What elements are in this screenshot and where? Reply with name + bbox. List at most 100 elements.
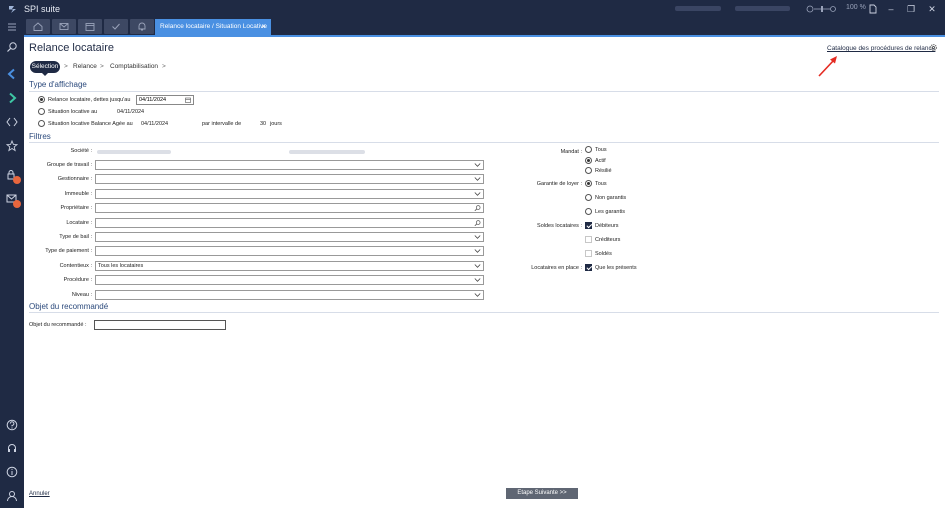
next-step-button[interactable]: Etape Suivante >>: [506, 488, 578, 499]
filter-label: Propriétaire :: [60, 205, 93, 212]
radio-situation-locative[interactable]: [38, 108, 45, 115]
step-pointer: [42, 73, 48, 76]
checkbox-soldes[interactable]: [585, 250, 592, 257]
filter-dropdown[interactable]: Tous les locataires: [95, 260, 484, 271]
tab-bar: Relance locataire / Situation Locative ×: [24, 18, 945, 35]
title-bar: SPI suite 100 % – ❐ ✕: [0, 0, 945, 18]
objet-value: [95, 330, 97, 336]
calendar-icon[interactable]: [185, 97, 191, 103]
radio-situation-locative-label: Situation locative au: [48, 109, 98, 115]
close-window-button[interactable]: ✕: [925, 3, 939, 15]
garantie-tous-label: Tous: [595, 181, 607, 187]
step-relance[interactable]: Relance: [73, 61, 97, 73]
menu-icon[interactable]: [6, 21, 18, 33]
headset-icon[interactable]: [6, 442, 18, 454]
filter-dropdown[interactable]: [95, 246, 484, 257]
radio-garantie-non[interactable]: [585, 194, 592, 201]
filter-dropdown[interactable]: [95, 275, 484, 286]
radio-balance-agee[interactable]: [38, 120, 45, 127]
document-icon[interactable]: [869, 4, 877, 14]
search-icon[interactable]: [6, 41, 18, 53]
check-icon: [112, 23, 120, 30]
date-dettes-input[interactable]: 04/11/2024: [136, 95, 194, 105]
quick-tab-calendar[interactable]: [78, 19, 102, 34]
close-tab-button[interactable]: ×: [261, 19, 266, 35]
code-icon[interactable]: [6, 116, 18, 128]
filter-dropdown[interactable]: [95, 203, 484, 214]
filter-dropdown[interactable]: [95, 174, 484, 185]
radio-relance-dettes-label: Relance locataire, dettes jusqu'au: [48, 97, 131, 103]
divider: [29, 142, 939, 143]
radio-relance-dettes[interactable]: [38, 96, 45, 103]
quick-tab-home[interactable]: [26, 19, 50, 34]
filter-label: Groupe de travail :: [46, 162, 92, 168]
info-icon[interactable]: [6, 466, 18, 478]
debiteurs-label: Débiteurs: [595, 223, 619, 229]
radio-mandat-actif[interactable]: [585, 157, 592, 164]
user-icon[interactable]: [6, 490, 18, 502]
filter-label: Niveau :: [71, 291, 92, 298]
help-icon[interactable]: [6, 419, 18, 431]
section-objet: Objet du recommandé: [29, 302, 109, 311]
cancel-link[interactable]: Annuler: [29, 491, 50, 497]
chevron-down-icon[interactable]: [474, 176, 481, 182]
search-icon[interactable]: [474, 205, 481, 212]
chevron-down-icon[interactable]: [474, 234, 481, 240]
radio-garantie-tous[interactable]: [585, 180, 592, 187]
radio-mandat-resilie[interactable]: [585, 167, 592, 174]
chevron-down-icon[interactable]: [474, 162, 481, 168]
tab-relance-situation[interactable]: Relance locataire / Situation Locative ×: [155, 19, 271, 35]
filter-label: Procédure :: [63, 277, 92, 284]
quick-tab-tasks[interactable]: [104, 19, 128, 34]
inbox-badge: [13, 200, 21, 208]
app-logo-icon: [9, 6, 16, 13]
star-icon[interactable]: [6, 140, 18, 152]
filter-dropdown[interactable]: [95, 160, 484, 170]
gear-icon[interactable]: [929, 43, 938, 52]
checkbox-crediteurs[interactable]: [585, 236, 592, 243]
quick-tab-notifications[interactable]: [130, 19, 154, 34]
filter-dropdown[interactable]: [95, 188, 484, 199]
chevron-down-icon[interactable]: [474, 263, 481, 269]
catalogue-link[interactable]: Catalogue des procédures de relance: [827, 45, 935, 52]
chevron-down-icon[interactable]: [474, 277, 481, 283]
quick-tab-mail[interactable]: [52, 19, 76, 34]
minimize-button[interactable]: –: [884, 3, 898, 15]
checkbox-que-presents[interactable]: [585, 264, 592, 271]
filter-dropdown[interactable]: [95, 289, 484, 300]
filter-label: Type de paiement :: [45, 248, 92, 255]
soldes-option-label: Soldés: [595, 251, 612, 257]
calendar-icon: [85, 23, 95, 31]
mandat-resilie-label: Résilié: [595, 168, 612, 174]
interval-value: 30: [260, 121, 267, 127]
chevron-down-icon[interactable]: [474, 191, 481, 197]
garantie-non-label: Non garantis: [595, 195, 627, 201]
chevron-down-icon[interactable]: [474, 292, 481, 298]
filter-dropdown[interactable]: [95, 232, 484, 242]
soldes-label: Soldes locataires :: [537, 223, 582, 229]
societe-value-blurred-2: [289, 150, 365, 154]
radio-mandat-tous[interactable]: [585, 146, 592, 153]
objet-input[interactable]: [94, 320, 226, 330]
balance-agee-date: 04/11/2024: [141, 121, 169, 127]
chevron-down-icon[interactable]: [474, 248, 481, 254]
lock-badge: [13, 176, 21, 184]
mandat-label: Mandat :: [560, 149, 582, 155]
radio-garantie-oui[interactable]: [585, 208, 592, 215]
filter-dropdown[interactable]: [95, 217, 484, 228]
step-comptabilisation[interactable]: Comptabilisation: [110, 61, 158, 73]
step-selection[interactable]: Sélection: [30, 61, 60, 73]
mail-icon: [59, 23, 69, 30]
back-arrow-icon[interactable]: [6, 68, 18, 80]
checkbox-debiteurs[interactable]: [585, 222, 592, 229]
restore-button[interactable]: ❐: [904, 3, 918, 15]
step-separator: >: [64, 63, 68, 70]
search-icon[interactable]: [474, 219, 481, 226]
que-presents-label: Que les présents: [595, 265, 637, 271]
annotation-arrow-icon: [818, 56, 837, 77]
user-info-blurred: [675, 6, 721, 11]
forward-arrow-icon[interactable]: [6, 92, 18, 104]
zoom-slider-icon[interactable]: [806, 5, 836, 13]
crediteurs-label: Créditeurs: [595, 237, 621, 243]
app-title: SPI suite: [24, 4, 61, 14]
